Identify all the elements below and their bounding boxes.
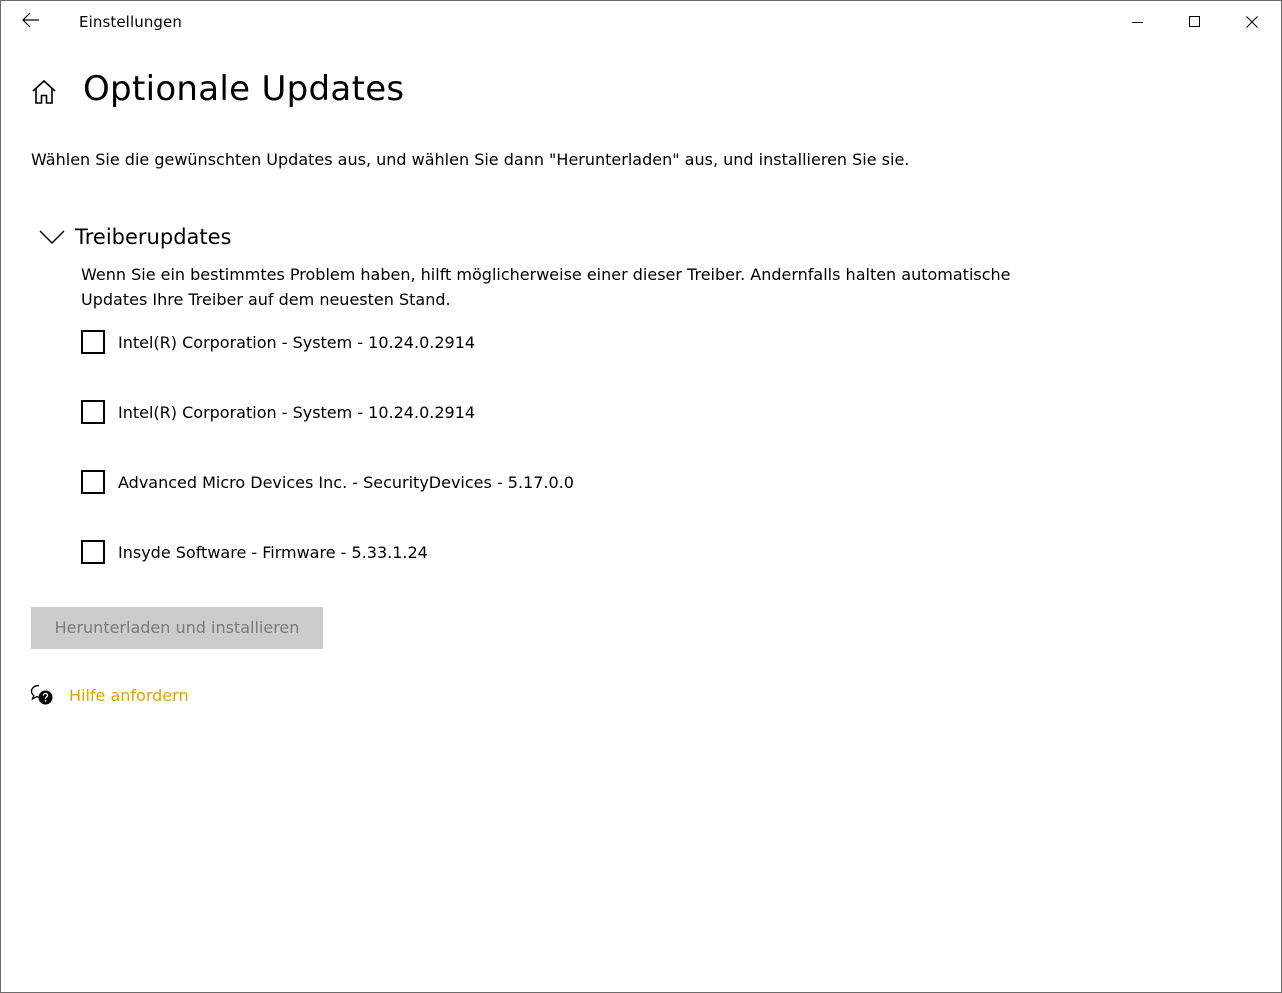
help-link[interactable]: Hilfe anfordern xyxy=(69,686,189,705)
driver-list: Intel(R) Corporation - System - 10.24.0.… xyxy=(81,327,574,607)
driver-label: Insyde Software - Firmware - 5.33.1.24 xyxy=(118,542,428,562)
checkbox[interactable] xyxy=(81,330,105,354)
checkbox[interactable] xyxy=(81,470,105,494)
driver-item[interactable]: Intel(R) Corporation - System - 10.24.0.… xyxy=(81,397,574,427)
home-button[interactable] xyxy=(29,79,59,109)
driver-item[interactable]: Intel(R) Corporation - System - 10.24.0.… xyxy=(81,327,574,357)
driver-label: Intel(R) Corporation - System - 10.24.0.… xyxy=(118,402,476,422)
title-bar: Einstellungen xyxy=(1,1,1281,47)
arrow-left-icon xyxy=(22,12,40,32)
settings-window: Einstellungen Optionale Updates Wählen S… xyxy=(0,0,1282,993)
driver-item[interactable]: Advanced Micro Devices Inc. - SecurityDe… xyxy=(81,467,574,497)
intro-text: Wählen Sie die gewünschten Updates aus, … xyxy=(31,150,910,169)
maximize-icon xyxy=(1189,13,1201,32)
page-title: Optionale Updates xyxy=(83,69,405,109)
driver-updates-toggle[interactable]: Treiberupdates xyxy=(37,221,232,253)
maximize-button[interactable] xyxy=(1167,1,1223,43)
section-description: Wenn Sie ein bestimmtes Problem haben, h… xyxy=(81,265,1011,309)
section-title: Treiberupdates xyxy=(75,225,232,249)
close-button[interactable] xyxy=(1224,1,1280,43)
download-install-button[interactable]: Herunterladen und installieren xyxy=(31,607,323,649)
help-chat-icon xyxy=(29,682,55,708)
help-row: Hilfe anfordern xyxy=(29,681,189,709)
back-button[interactable] xyxy=(9,5,53,39)
app-title: Einstellungen xyxy=(79,13,182,31)
driver-label: Advanced Micro Devices Inc. - SecurityDe… xyxy=(118,472,574,492)
home-icon xyxy=(31,79,57,109)
minimize-icon xyxy=(1132,13,1144,32)
chevron-down-icon xyxy=(37,222,67,252)
close-icon xyxy=(1246,13,1258,32)
driver-label: Intel(R) Corporation - System - 10.24.0.… xyxy=(118,332,476,352)
checkbox[interactable] xyxy=(81,540,105,564)
checkbox[interactable] xyxy=(81,400,105,424)
driver-item[interactable]: Insyde Software - Firmware - 5.33.1.24 xyxy=(81,537,574,567)
minimize-button[interactable] xyxy=(1110,1,1166,43)
